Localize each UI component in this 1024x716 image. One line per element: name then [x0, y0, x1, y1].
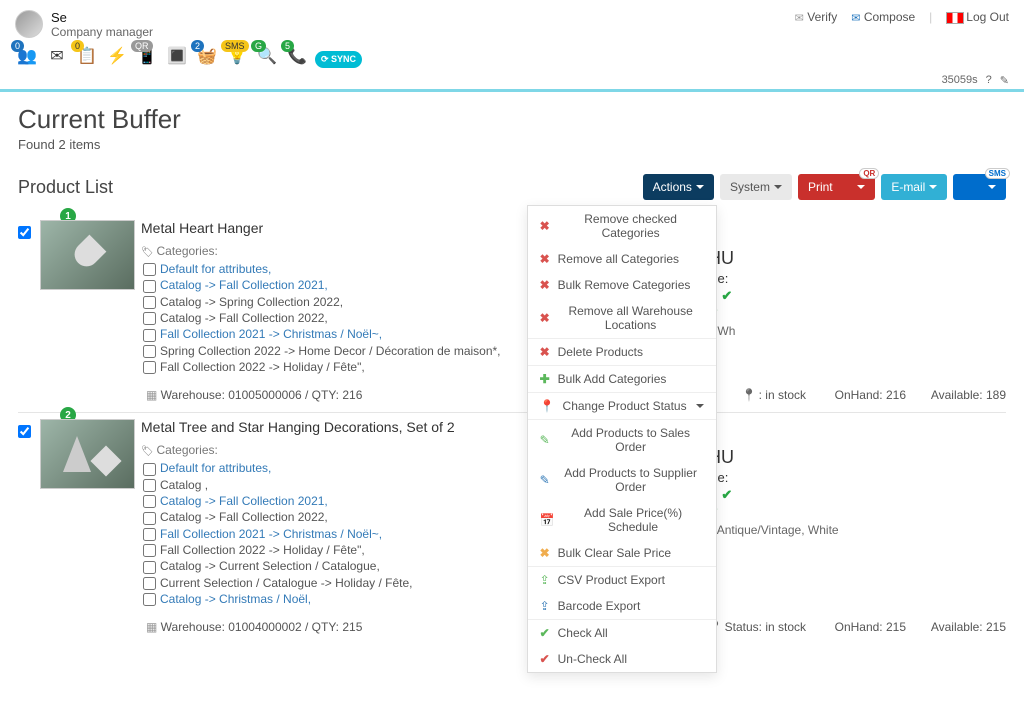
category-checkbox[interactable] [143, 561, 156, 574]
status-info: Status: in stock [708, 620, 806, 634]
button-bar: Actions ✖Remove checked Categories✖Remov… [643, 174, 1006, 200]
tool-bulb[interactable]: 💡SMS [225, 44, 249, 68]
dd-check-all[interactable]: ✔Check All [528, 620, 716, 646]
category-checkbox[interactable] [143, 512, 156, 525]
category-item[interactable]: Catalog -> Christmas / Noël, [160, 592, 311, 606]
results-count: Found 2 items [18, 137, 1006, 152]
dd-un-check-all[interactable]: ✔Un-Check All [528, 646, 716, 672]
user-name: Se [51, 10, 795, 25]
product-checkbox[interactable] [18, 226, 31, 239]
sync-button[interactable]: ⟳ SYNC [315, 51, 362, 68]
category-checkbox[interactable] [143, 528, 156, 541]
available-info: Available: 215 [906, 620, 1006, 634]
category-checkbox[interactable] [143, 577, 156, 590]
page-title: Current Buffer [18, 104, 1006, 135]
sms-button[interactable]: SMS [953, 174, 1006, 200]
dd-change-product-status[interactable]: 📍Change Product Status [528, 393, 716, 419]
tool-phone[interactable]: 📱QR [135, 44, 159, 68]
product-row: 2Metal Tree and Star Hanging Decorations… [18, 412, 1006, 644]
product-thumbnail[interactable] [40, 419, 135, 489]
category-checkbox[interactable] [143, 329, 156, 342]
category-item: Fall Collection 2022 -> Holiday / Fête", [160, 360, 365, 374]
header-actions: ✉ Verify ✉ Compose | Log Out [795, 10, 1009, 24]
category-item[interactable]: Fall Collection 2021 -> Christmas / Noël… [160, 527, 382, 541]
category-item: Catalog -> Current Selection / Catalogue… [160, 559, 380, 573]
category-checkbox[interactable] [143, 495, 156, 508]
product-thumbnail[interactable] [40, 220, 135, 290]
category-item[interactable]: Default for attributes, [160, 262, 271, 276]
tool-cart[interactable]: 🧺2 [195, 44, 219, 68]
verify-link[interactable]: ✉ Verify [795, 10, 838, 24]
category-item: Catalog -> Fall Collection 2022, [160, 311, 328, 325]
category-checkbox[interactable] [143, 345, 156, 358]
dd-add-products-to-supplier-order[interactable]: ✎Add Products to Supplier Order [528, 460, 716, 500]
dd-barcode-export[interactable]: ⇪Barcode Export [528, 593, 716, 619]
dd-remove-all-warehouse-locations[interactable]: ✖Remove all Warehouse Locations [528, 298, 716, 338]
dd-remove-all-categories[interactable]: ✖Remove all Categories [528, 246, 716, 272]
check-icon: ✔ [721, 288, 732, 304]
category-item: Catalog -> Spring Collection 2022, [160, 295, 343, 309]
user-info: Se Company manager [51, 10, 795, 39]
tool-search[interactable]: 🔍G [255, 44, 279, 68]
print-button[interactable]: Print QR [798, 174, 875, 200]
product-checkbox[interactable] [18, 425, 31, 438]
category-item[interactable]: Catalog -> Fall Collection 2021, [160, 278, 328, 292]
header: Se Company manager ✉ Verify ✉ Compose | … [0, 0, 1024, 44]
dd-csv-product-export[interactable]: ⇪CSV Product Export [528, 567, 716, 593]
tool-users[interactable]: 👥0 [15, 44, 39, 68]
category-item: Current Selection / Catalogue -> Holiday… [160, 576, 412, 590]
tool-call[interactable]: 📞5 [285, 44, 309, 68]
status-info: : in stock [742, 388, 806, 402]
onhand-info: OnHand: 216 [806, 388, 906, 402]
actions-button[interactable]: Actions ✖Remove checked Categories✖Remov… [643, 174, 714, 200]
category-checkbox[interactable] [143, 280, 156, 293]
timer: 35059s [942, 74, 978, 87]
category-checkbox[interactable] [143, 296, 156, 309]
category-checkbox[interactable] [143, 361, 156, 374]
available-info: Available: 189 [906, 388, 1006, 402]
dd-bulk-remove-categories[interactable]: ✖Bulk Remove Categories [528, 272, 716, 298]
email-button[interactable]: E-mail [881, 174, 947, 200]
edit-icon[interactable]: ✎ [1000, 74, 1009, 87]
category-checkbox[interactable] [143, 593, 156, 606]
dd-remove-checked-categories[interactable]: ✖Remove checked Categories [528, 206, 716, 246]
category-item[interactable]: Catalog -> Fall Collection 2021, [160, 494, 328, 508]
attributes-value: Antique/Vintage, White [717, 523, 839, 537]
actions-dropdown: ✖Remove checked Categories✖Remove all Ca… [527, 205, 717, 673]
check-icon: ✔ [721, 487, 732, 503]
tool-mail[interactable]: ✉ [45, 44, 69, 68]
product-row: 1Metal Heart HangerCategories:Default fo… [18, 214, 1006, 412]
category-item: Catalog -> Fall Collection 2022, [160, 510, 328, 524]
user-role: Company manager [51, 25, 795, 39]
user-avatar[interactable] [15, 10, 43, 38]
tool-barcode[interactable]: 🔳 [165, 44, 189, 68]
dd-bulk-clear-sale-price[interactable]: ✖Bulk Clear Sale Price [528, 540, 716, 566]
onhand-info: OnHand: 215 [806, 620, 906, 634]
category-checkbox[interactable] [143, 479, 156, 492]
list-title: Product List [18, 177, 643, 198]
category-item: Catalog , [160, 478, 208, 492]
help-icon[interactable]: ? [986, 74, 992, 87]
category-item[interactable]: Default for attributes, [160, 461, 271, 475]
category-item: Spring Collection 2022 -> Home Decor / D… [160, 344, 501, 358]
attributes-value: Wh [717, 324, 735, 338]
system-button[interactable]: System [720, 174, 792, 200]
dd-delete-products[interactable]: ✖Delete Products [528, 339, 716, 365]
dd-add-products-to-sales-order[interactable]: ✎Add Products to Sales Order [528, 420, 716, 460]
tool-notes[interactable]: 📋0 [75, 44, 99, 68]
compose-link[interactable]: ✉ Compose [851, 10, 915, 24]
icon-toolbar: 👥0 ✉ 📋0 ⚡ 📱QR 🔳 🧺2 💡SMS 🔍G 📞5 ⟳ SYNC [0, 44, 1024, 74]
category-checkbox[interactable] [143, 263, 156, 276]
category-item[interactable]: Fall Collection 2021 -> Christmas / Noël… [160, 327, 382, 341]
category-item: Fall Collection 2022 -> Holiday / Fête", [160, 543, 365, 557]
sub-header: 35059s ? ✎ [0, 74, 1024, 89]
tool-bolt[interactable]: ⚡ [105, 44, 129, 68]
category-checkbox[interactable] [143, 463, 156, 476]
logout-link[interactable]: Log Out [946, 10, 1009, 24]
dd-add-sale-price-schedule[interactable]: 📅Add Sale Price(%) Schedule [528, 500, 716, 540]
dd-bulk-add-categories[interactable]: ✚Bulk Add Categories [528, 366, 716, 392]
category-checkbox[interactable] [143, 312, 156, 325]
category-checkbox[interactable] [143, 544, 156, 557]
divider [0, 89, 1024, 92]
